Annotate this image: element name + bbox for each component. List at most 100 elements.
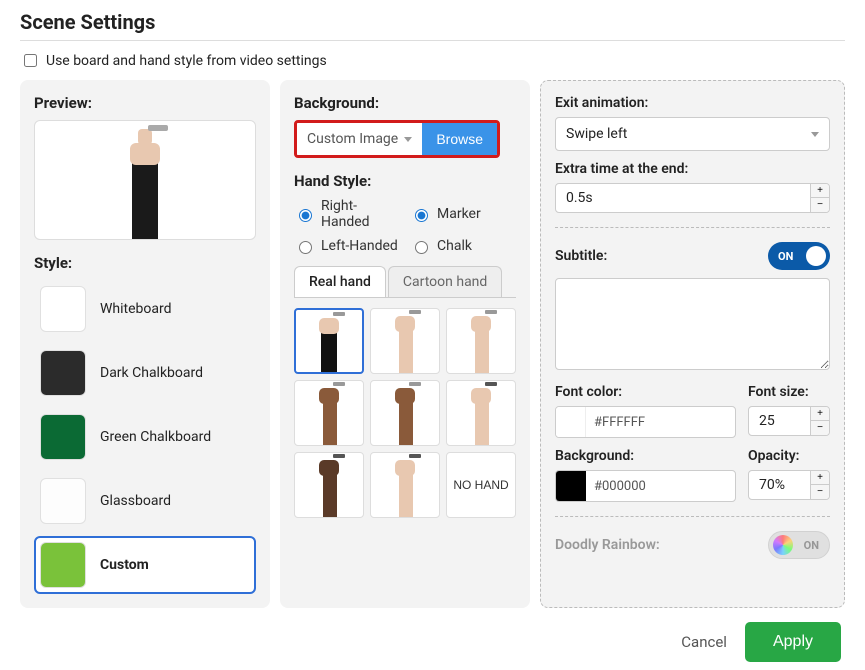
style-item-label: Green Chalkboard — [100, 429, 211, 445]
swatch-custom — [40, 542, 86, 588]
hand-style-radios: Right-Handed Marker Left-Handed Chalk — [294, 198, 516, 254]
exit-animation-value: Swipe left — [566, 126, 627, 142]
use-video-settings-checkbox[interactable] — [24, 54, 37, 67]
spinner: + − — [810, 407, 829, 435]
style-item-glassboard[interactable]: Glassboard — [34, 472, 256, 530]
opacity-label: Opacity: — [748, 448, 830, 464]
hands-grid: NO HAND — [294, 308, 516, 518]
hand-style-label: Hand Style: — [294, 172, 516, 190]
style-item-label: Whiteboard — [100, 301, 172, 317]
footer: Cancel Apply — [20, 608, 845, 662]
increment-button[interactable]: + — [811, 471, 829, 485]
divider — [555, 227, 830, 228]
background-selected-text: Custom Image — [307, 131, 398, 147]
tab-real-hand[interactable]: Real hand — [294, 266, 386, 297]
bg-color-value: #000000 — [586, 471, 735, 501]
extra-time-value[interactable]: 0.5s — [556, 184, 810, 212]
style-item-dark-chalkboard[interactable]: Dark Chalkboard — [34, 344, 256, 402]
style-item-green-chalkboard[interactable]: Green Chalkboard — [34, 408, 256, 466]
hand-option-8[interactable] — [370, 452, 440, 518]
tab-cartoon-hand[interactable]: Cartoon hand — [388, 266, 502, 297]
radio-chalk[interactable]: Chalk — [410, 238, 516, 254]
radio-marker-input[interactable] — [415, 209, 428, 222]
bg-color-field[interactable]: #000000 — [555, 470, 736, 502]
hand-tabs: Real hand Cartoon hand — [294, 266, 516, 298]
style-item-label: Custom — [100, 557, 149, 573]
use-video-settings-label: Use board and hand style from video sett… — [46, 53, 327, 69]
hand-option-2[interactable] — [370, 308, 440, 374]
preview-panel: Preview: Style: Whiteboard Dark Chalkboa… — [20, 80, 270, 608]
hand-option-1[interactable] — [294, 308, 364, 374]
hand-preview-image — [100, 121, 190, 240]
toggle-knob — [806, 246, 826, 266]
extra-time-label: Extra time at the end: — [555, 161, 830, 177]
subtitle-textarea[interactable] — [555, 278, 830, 370]
cancel-button[interactable]: Cancel — [681, 633, 727, 651]
divider — [20, 40, 845, 41]
radio-right-handed-input[interactable] — [299, 209, 312, 222]
swatch-whiteboard — [40, 286, 86, 332]
hand-option-5[interactable] — [370, 380, 440, 446]
spinner: + − — [810, 471, 829, 499]
page-title: Scene Settings — [20, 10, 845, 34]
radio-label: Left-Handed — [321, 238, 398, 254]
hand-option-4[interactable] — [294, 380, 364, 446]
font-color-label: Font color: — [555, 384, 736, 400]
style-list: Whiteboard Dark Chalkboard Green Chalkbo… — [34, 280, 256, 594]
swatch-dark — [40, 350, 86, 396]
radio-label: Chalk — [437, 238, 472, 254]
style-item-whiteboard[interactable]: Whiteboard — [34, 280, 256, 338]
font-size-label: Font size: — [748, 384, 830, 400]
rainbow-knob-icon — [773, 535, 793, 555]
radio-left-handed-input[interactable] — [299, 241, 312, 254]
hand-option-7[interactable] — [294, 452, 364, 518]
radio-chalk-input[interactable] — [415, 241, 428, 254]
style-label: Style: — [34, 254, 256, 272]
opacity-field[interactable]: 70% + − — [748, 470, 830, 500]
preview-label: Preview: — [34, 94, 256, 112]
radio-label: Right-Handed — [321, 198, 400, 230]
font-size-field[interactable]: 25 + − — [748, 406, 830, 436]
extra-time-field[interactable]: 0.5s + − — [555, 183, 830, 213]
chevron-down-icon — [811, 132, 819, 137]
font-color-swatch — [556, 407, 586, 437]
background-label: Background: — [294, 94, 516, 112]
divider — [555, 516, 830, 517]
subtitle-label: Subtitle: — [555, 248, 607, 264]
spinner: + − — [810, 184, 829, 212]
exit-animation-select[interactable]: Swipe left — [555, 117, 830, 151]
style-item-label: Glassboard — [100, 493, 171, 509]
radio-left-handed[interactable]: Left-Handed — [294, 238, 400, 254]
no-hand-label: NO HAND — [453, 478, 508, 492]
hand-option-3[interactable] — [446, 308, 516, 374]
background-row: Custom Image Browse — [294, 120, 500, 158]
toggle-label: ON — [778, 250, 793, 263]
hand-option-6[interactable] — [446, 380, 516, 446]
increment-button[interactable]: + — [811, 184, 829, 198]
subtitle-toggle[interactable]: ON — [768, 242, 830, 270]
style-item-label: Dark Chalkboard — [100, 365, 203, 381]
exit-panel: Exit animation: Swipe left Extra time at… — [540, 80, 845, 608]
background-panel: Background: Custom Image Browse Hand Sty… — [280, 80, 530, 608]
swatch-glass — [40, 478, 86, 524]
radio-marker[interactable]: Marker — [410, 198, 516, 230]
exit-animation-label: Exit animation: — [555, 95, 830, 111]
opacity-value[interactable]: 70% — [749, 471, 810, 499]
font-color-field[interactable]: #FFFFFF — [555, 406, 736, 438]
font-size-value[interactable]: 25 — [749, 407, 810, 435]
hand-option-no-hand[interactable]: NO HAND — [446, 452, 516, 518]
decrement-button[interactable]: − — [811, 485, 829, 499]
preview-box — [34, 120, 256, 240]
apply-button[interactable]: Apply — [745, 622, 841, 662]
increment-button[interactable]: + — [811, 407, 829, 421]
radio-right-handed[interactable]: Right-Handed — [294, 198, 400, 230]
decrement-button[interactable]: − — [811, 421, 829, 435]
background-select[interactable]: Custom Image — [297, 123, 422, 155]
use-video-settings-row[interactable]: Use board and hand style from video sett… — [20, 51, 845, 70]
rainbow-toggle: ON — [768, 531, 830, 559]
swatch-green — [40, 414, 86, 460]
decrement-button[interactable]: − — [811, 198, 829, 212]
style-item-custom[interactable]: Custom — [34, 536, 256, 594]
rainbow-label: Doodly Rainbow: — [555, 537, 660, 553]
browse-button[interactable]: Browse — [422, 123, 497, 155]
